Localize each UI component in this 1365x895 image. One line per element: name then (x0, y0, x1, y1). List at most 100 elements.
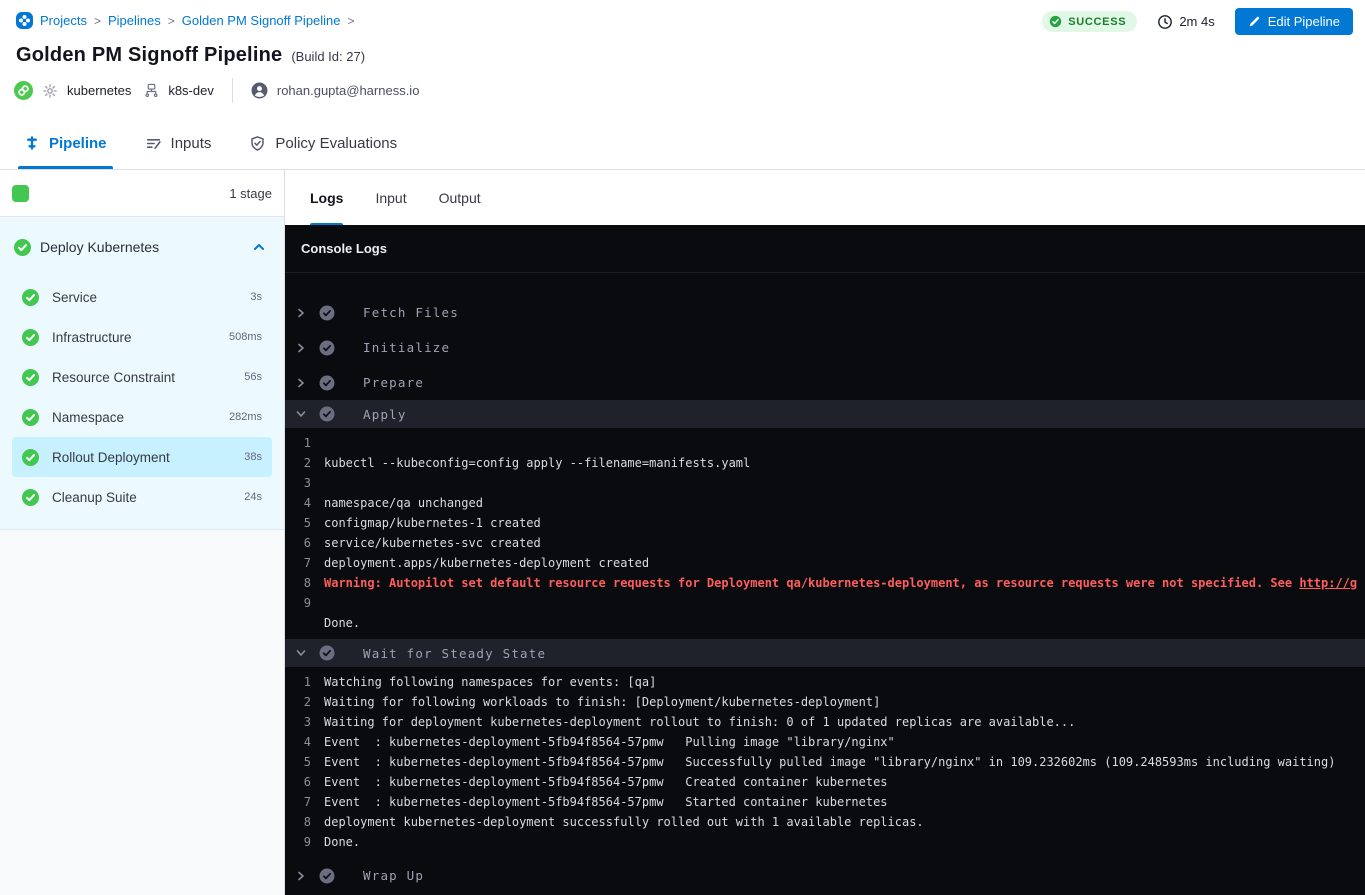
main-tab-bar: Pipeline Inputs Policy Evaluations (24, 117, 397, 169)
title-row: Golden PM Signoff Pipeline (Build Id: 27… (16, 44, 365, 67)
divider (232, 78, 233, 103)
log-section-header[interactable]: Prepare (285, 365, 1365, 400)
log-section-header[interactable]: Apply (285, 400, 1365, 428)
log-line-text: deployment kubernetes-deployment success… (324, 815, 924, 829)
console-body: Fetch Files Initialize Prepare (285, 273, 1365, 895)
status-badge: SUCCESS (1042, 11, 1137, 32)
log-section-header[interactable]: Initialize (285, 330, 1365, 365)
stage-block: Deploy Kubernetes Service 3s Infrastruct… (0, 217, 284, 530)
step-row-namespace[interactable]: Namespace 282ms (12, 397, 272, 437)
console-title: Console Logs (301, 241, 387, 256)
inputs-icon (145, 135, 162, 152)
breadcrumb-link[interactable]: Pipelines (108, 13, 161, 28)
log-line: 4 namespace/qa unchanged (285, 493, 1365, 513)
breadcrumb-link[interactable]: Golden PM Signoff Pipeline (182, 13, 341, 28)
step-row-infrastructure[interactable]: Infrastructure 508ms (12, 317, 272, 357)
build-id: (Build Id: 27) (291, 49, 365, 64)
log-line-text: service/kubernetes-svc created (324, 536, 541, 550)
shield-check-icon (249, 135, 266, 152)
log-line: Done. (285, 613, 1365, 633)
user-avatar-icon (251, 82, 268, 99)
log-line-text: Warning: Autopilot set default resource … (324, 576, 1357, 590)
step-name: Namespace (52, 410, 124, 425)
log-line: 2 Waiting for following workloads to fin… (285, 692, 1365, 712)
stage-header[interactable]: Deploy Kubernetes (0, 217, 284, 277)
log-section-header[interactable]: Wait for Steady State (285, 639, 1365, 667)
log-line-text: Waiting for deployment kubernetes-deploy… (324, 715, 1075, 729)
gear-icon (42, 83, 58, 99)
log-section-wait-for-steady-state: Wait for Steady State 1 Watching followi… (285, 639, 1365, 852)
warning-link[interactable]: http://g (1299, 576, 1357, 590)
step-row-rollout-deployment[interactable]: Rollout Deployment 38s (12, 437, 272, 477)
edit-pipeline-button[interactable]: Edit Pipeline (1235, 8, 1353, 35)
log-line-number: 8 (285, 576, 311, 590)
stage-count: 1 stage (229, 186, 272, 201)
step-list: Service 3s Infrastructure 508ms Resource… (0, 277, 284, 517)
breadcrumb-link[interactable]: Projects (40, 13, 87, 28)
tab-inputs[interactable]: Inputs (145, 117, 212, 169)
chevron-right-icon[interactable] (295, 343, 307, 353)
log-section-title: Initialize (363, 340, 450, 355)
step-row-cleanup-suite[interactable]: Cleanup Suite 24s (12, 477, 272, 517)
log-tab-input[interactable]: Input (375, 170, 406, 225)
log-line-number: 5 (285, 516, 311, 530)
stage-success-icon (14, 239, 31, 256)
log-line: 1 Watching following namespaces for even… (285, 672, 1365, 692)
breadcrumb-separator: > (348, 14, 355, 28)
step-row-service[interactable]: Service 3s (12, 277, 272, 317)
step-success-icon (22, 489, 39, 506)
log-line-number: 2 (285, 456, 311, 470)
log-section-title: Wrap Up (363, 868, 424, 883)
step-duration: 3s (250, 291, 262, 303)
breadcrumb-separator: > (168, 14, 175, 28)
chevron-right-icon[interactable] (295, 871, 307, 881)
console: Console Logs Fetch Files Initialize (285, 225, 1365, 895)
log-tab-output[interactable]: Output (439, 170, 481, 225)
chevron-right-icon[interactable] (295, 378, 307, 388)
log-line: 6 service/kubernetes-svc created (285, 533, 1365, 553)
log-section-initialize: Initialize (285, 330, 1365, 365)
log-line-number: 1 (285, 436, 311, 450)
infrastructure-icon (144, 83, 159, 98)
breadcrumb-items: Projects > Pipelines > Golden PM Signoff Pip… (40, 13, 355, 28)
stage-name: Deploy Kubernetes (40, 239, 159, 255)
chevron-right-icon[interactable] (295, 308, 307, 318)
step-duration: 508ms (229, 331, 262, 343)
clock-icon (1157, 14, 1173, 30)
log-line-number: 9 (285, 596, 311, 610)
log-tab-label: Input (375, 190, 406, 206)
log-line-text: Waiting for following workloads to finis… (324, 695, 880, 709)
pipeline-icon (24, 135, 40, 151)
log-line: 2 kubectl --kubeconfig=config apply --fi… (285, 453, 1365, 473)
edit-pipeline-label: Edit Pipeline (1268, 14, 1340, 29)
chevron-right-icon[interactable] (295, 409, 307, 419)
tab-pipeline[interactable]: Pipeline (24, 117, 107, 169)
chevron-right-icon[interactable] (295, 648, 307, 658)
tab-policy-evaluations[interactable]: Policy Evaluations (249, 117, 397, 169)
page-title: Golden PM Signoff Pipeline (16, 44, 282, 67)
log-line-number: 4 (285, 735, 311, 749)
log-tab-logs[interactable]: Logs (310, 170, 343, 225)
log-section-title: Prepare (363, 375, 424, 390)
log-section-header[interactable]: Fetch Files (285, 295, 1365, 330)
chevron-up-icon[interactable] (252, 240, 266, 254)
step-name: Resource Constraint (52, 370, 175, 385)
log-section-fetch-files: Fetch Files (285, 295, 1365, 330)
harness-logo-icon (16, 12, 33, 29)
step-duration: 24s (244, 491, 262, 503)
step-duration: 56s (244, 371, 262, 383)
step-row-resource-constraint[interactable]: Resource Constraint 56s (12, 357, 272, 397)
log-line-number: 6 (285, 536, 311, 550)
log-section-header[interactable]: Wrap Up (285, 858, 1365, 893)
success-check-icon (1049, 15, 1062, 28)
log-line-text: Event : kubernetes-deployment-5fb94f8564… (324, 735, 895, 749)
log-line-number: 3 (285, 476, 311, 490)
duration-text: 2m 4s (1179, 14, 1214, 29)
log-tab-bar: Logs Input Output (285, 170, 1365, 225)
log-line-number: 2 (285, 695, 311, 709)
log-line: 9 (285, 593, 1365, 613)
log-line: 4 Event : kubernetes-deployment-5fb94f85… (285, 732, 1365, 752)
log-tab-label: Output (439, 190, 481, 206)
main-tab-label: Inputs (171, 135, 212, 152)
log-line: 1 (285, 433, 1365, 453)
